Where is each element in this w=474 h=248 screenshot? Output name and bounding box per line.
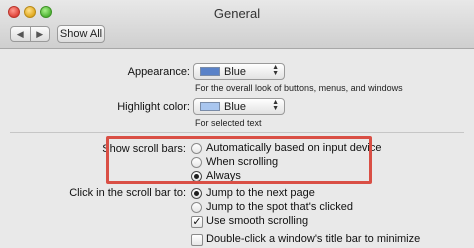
back-arrow-icon: ◀ xyxy=(16,28,24,39)
window-titlebar: General ◀ ▶ Show All xyxy=(0,0,474,49)
show-all-button[interactable]: Show All xyxy=(57,25,105,43)
highlight-color-description: For selected text xyxy=(195,118,262,128)
window-title: General xyxy=(213,6,261,21)
appearance-popup[interactable]: Blue ▲ ▼ xyxy=(193,63,285,80)
jump-to-spot-radio[interactable] xyxy=(191,202,202,213)
highlight-color-value: Blue xyxy=(224,100,247,113)
click-scroll-bar-label: Click in the scroll bar to: xyxy=(69,187,186,199)
forward-arrow-icon: ▶ xyxy=(36,28,44,39)
highlight-color-popup[interactable]: Blue ▲ ▼ xyxy=(193,98,285,115)
back-forward-group: ◀ ▶ xyxy=(10,26,50,42)
appearance-swatch xyxy=(200,67,220,76)
double-click-minimize-checkbox[interactable] xyxy=(191,234,203,246)
popup-arrows-icon: ▲ ▼ xyxy=(272,64,279,77)
smooth-scrolling-label: Use smooth scrolling xyxy=(206,215,309,227)
appearance-value: Blue xyxy=(224,65,247,78)
highlight-swatch xyxy=(200,102,220,111)
jump-next-page-label: Jump to the next page xyxy=(206,187,315,199)
forward-button[interactable]: ▶ xyxy=(29,27,50,41)
appearance-description: For the overall look of buttons, menus, … xyxy=(195,83,403,93)
section-divider xyxy=(10,132,464,133)
highlight-color-label: Highlight color: xyxy=(117,101,190,113)
jump-to-spot-label: Jump to the spot that's clicked xyxy=(206,201,354,213)
jump-next-page-radio[interactable] xyxy=(191,188,202,199)
popup-arrows-icon: ▲ ▼ xyxy=(272,99,279,112)
annotation-highlight-box xyxy=(106,136,372,184)
smooth-scrolling-checkbox[interactable]: ✓ xyxy=(191,216,203,228)
double-click-minimize-label: Double-click a window's title bar to min… xyxy=(206,233,421,245)
back-button[interactable]: ◀ xyxy=(11,27,30,41)
appearance-label: Appearance: xyxy=(127,66,190,78)
